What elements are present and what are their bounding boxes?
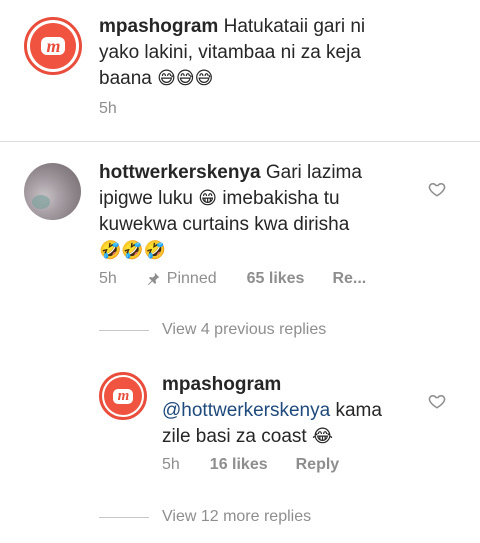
comment-emoji-mid: 😁: [198, 188, 218, 209]
pin-icon: [147, 272, 160, 285]
reply-mention[interactable]: @hottwerkerskenya: [162, 400, 330, 421]
view-previous-line: [99, 330, 149, 331]
caption-username[interactable]: mpashogram: [99, 16, 218, 37]
comment-time: 5h: [99, 270, 117, 287]
comment-line3: kuwekwa curtains kwa dirisha: [99, 214, 350, 235]
caption-line1: Hatukataii gari ni: [223, 16, 366, 37]
caption-comment: m mpashogram Hatukataii gari ni yako lak…: [0, 0, 480, 141]
reply-likes[interactable]: 16 likes: [210, 456, 268, 474]
reply-time: 5h: [162, 456, 180, 473]
caption-time: 5h: [99, 100, 117, 117]
comment-line1: Gari lazima: [265, 162, 362, 183]
caption-text: mpashogram Hatukataii gari ni yako lakin…: [99, 14, 469, 92]
reply-item: m mpashogram @hottwerkerskenya kama zile…: [0, 355, 480, 505]
caption-line3: baana: [99, 68, 152, 89]
view-more-line: [99, 517, 149, 518]
hottwerkerskenya-avatar[interactable]: [24, 163, 81, 220]
comment-likes[interactable]: 65 likes: [247, 270, 305, 288]
brand-logo-icon: m: [113, 388, 133, 404]
comment-reply-button[interactable]: Re...: [332, 270, 366, 288]
comment-emojis-end: 🤣🤣🤣: [99, 240, 167, 261]
brand-logo-icon: m: [41, 36, 65, 56]
reply-text-a: kama: [335, 400, 382, 421]
comment-line2a: ipigwe luku: [99, 188, 193, 209]
view-previous-replies[interactable]: View 4 previous replies: [162, 321, 326, 339]
reply-line2: zile basi za coast: [162, 426, 307, 447]
caption-line2: yako lakini, vitambaa ni za keja: [99, 42, 361, 63]
reply-reply-button[interactable]: Reply: [296, 456, 340, 474]
reply-username[interactable]: mpashogram: [162, 374, 281, 395]
comment-like-heart-icon[interactable]: [428, 180, 446, 198]
pinned-label: Pinned: [166, 270, 217, 287]
reply-emoji: 😂: [311, 426, 334, 447]
mpashogram-avatar[interactable]: m: [24, 17, 82, 75]
reply-text: mpashogram @hottwerkerskenya kama zile b…: [162, 372, 417, 450]
comment-line2b: imebakisha tu: [222, 188, 340, 209]
comment-item: hottwerkerskenya Gari lazima ipigwe luku…: [0, 142, 480, 327]
caption-emojis: 😅😅😅: [157, 68, 214, 89]
view-more-replies[interactable]: View 12 more replies: [162, 508, 311, 526]
comment-text: hottwerkerskenya Gari lazima ipigwe luku…: [99, 160, 419, 264]
mpashogram-reply-avatar[interactable]: m: [99, 372, 147, 420]
reply-like-heart-icon[interactable]: [428, 392, 446, 410]
comment-username[interactable]: hottwerkerskenya: [99, 162, 261, 183]
